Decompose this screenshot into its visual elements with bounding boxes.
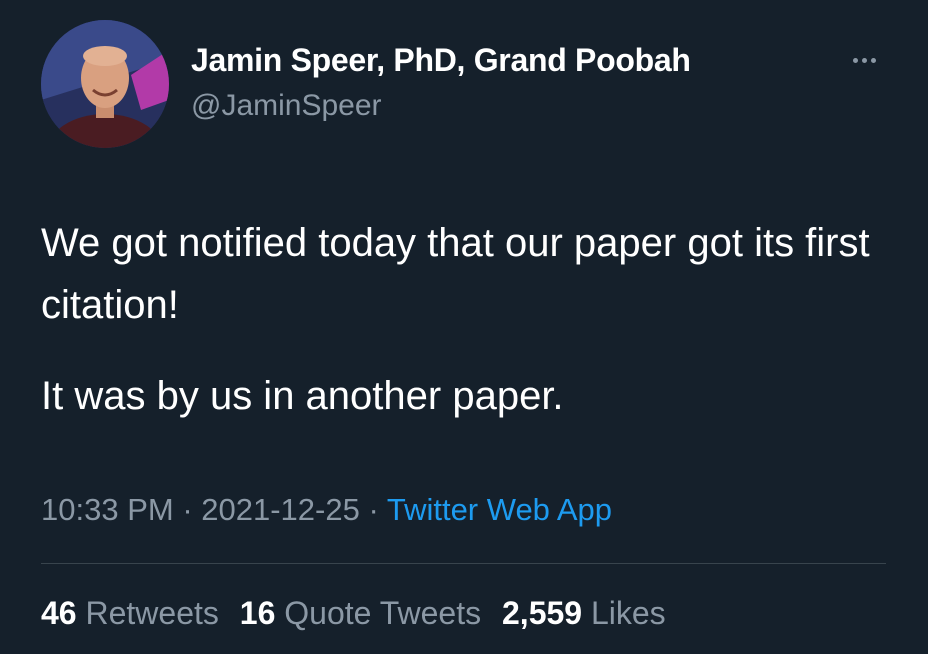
quote-tweets-count: 16 [239,595,276,631]
tweet-card: Jamin Speer, PhD, Grand Poobah @JaminSpe… [0,0,928,654]
tweet-metadata: 10:33 PM · 2021-12-25 · Twitter Web App [41,490,612,530]
more-options-button[interactable] [842,40,886,80]
meta-separator: · [173,492,202,527]
retweets-count: 46 [41,595,77,631]
quote-tweets-label: Quote Tweets [284,595,482,631]
divider [41,563,886,564]
author-display-name[interactable]: Jamin Speer, PhD, Grand Poobah [191,40,691,80]
quote-tweets-stat[interactable]: 16 Quote Tweets [240,595,481,631]
likes-label: Likes [590,595,666,631]
likes-stat[interactable]: 2,559 Likes [502,595,666,631]
tweet-text-paragraph-2: It was by us in another paper. [41,374,564,418]
tweet-stats: 46 Retweets 16 Quote Tweets 2,559 Likes [41,593,678,633]
tweet-source-link[interactable]: Twitter Web App [387,492,612,527]
tweet-time[interactable]: 10:33 PM [41,492,174,527]
tweet-date[interactable]: 2021-12-25 [201,492,360,527]
retweets-stat[interactable]: 46 Retweets [41,595,219,631]
retweets-label: Retweets [85,595,219,631]
profile-photo-icon [41,20,169,148]
more-horizontal-icon [852,57,858,63]
likes-count: 2,559 [502,595,583,631]
meta-separator-2: · [359,492,387,527]
author-handle[interactable]: @JaminSpeer [191,86,382,126]
tweet-text-paragraph-1: We got notified today that our paper got… [41,221,870,327]
avatar[interactable] [41,20,169,148]
